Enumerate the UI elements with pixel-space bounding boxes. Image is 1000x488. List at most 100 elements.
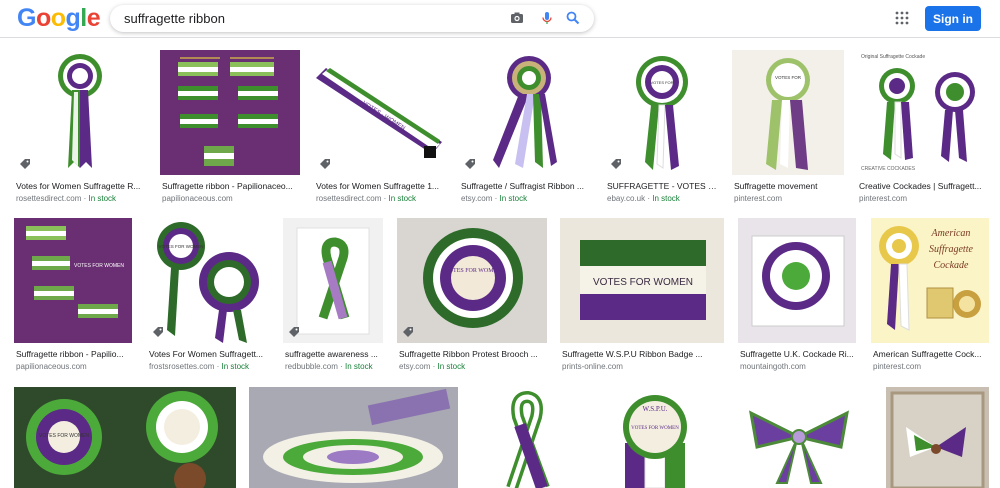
result-thumbnail[interactable]: American Suffragette Cockade [871,218,989,343]
rosettes-photo-image: VOTES FOR WOMEN [26,391,218,488]
price-tag-icon [153,327,163,337]
image-result[interactable]: VOTES FOR WOMEN [14,387,236,488]
search-input[interactable] [124,11,484,26]
result-thumbnail[interactable] [249,387,458,488]
result-thumbnail[interactable]: VOTES FOR [605,50,719,175]
image-result[interactable]: Suffragette / Suffragist Ribbon ... etsy… [459,50,591,205]
cockade-image: Original Suffragette Cockade CREATIVE CO… [861,54,975,172]
image-result[interactable] [727,387,872,488]
logo-letter: e [86,4,101,32]
image-result[interactable]: VOTES FOR WOMEN Suffragette W.S.P.U Ribb… [560,218,724,373]
rosette-image [493,56,557,168]
result-thumbnail[interactable] [738,218,856,343]
result-source: ebay.co.uk · In stock [607,194,680,203]
image-caption: Original Suffragette Cockade [861,54,925,60]
ribbon-text: VOTES FOR WOMEN [593,277,693,288]
image-result[interactable] [886,387,989,488]
result-source: pinterest.com [859,194,907,203]
source-domain: mountaingoth.com [740,362,806,371]
result-title[interactable]: Suffragette U.K. Cockade Ri... [740,349,856,359]
result-thumbnail[interactable]: VOTES · WOMEN [314,50,446,175]
source-domain: pinterest.com [873,362,922,371]
apps-grid-icon[interactable] [895,11,909,25]
price-tag-icon [289,327,299,337]
result-thumbnail[interactable]: W.S.P.U. VOTES FOR WOMEN [601,387,713,488]
result-title[interactable]: Suffragette ribbon - Papilionaceo... [162,181,300,191]
result-thumbnail[interactable]: VOTES FOR WOMEN [560,218,724,343]
search-box[interactable] [110,5,594,32]
american-cockade-image: American Suffragette Cockade [879,226,981,331]
source-domain: prints-online.com [562,362,623,371]
result-thumbnail[interactable]: VOTES FOR WOMEN [14,218,132,343]
image-result[interactable]: American Suffragette Cockade American Su… [871,218,989,373]
badge-text: W.S.P.U. [642,405,667,413]
result-thumbnail[interactable] [283,218,383,343]
result-title[interactable]: Votes for Women Suffragette 1... [316,181,446,191]
ribbon-flower-image [263,388,451,483]
badge-text: VOTES FOR [650,80,673,85]
microphone-icon[interactable] [539,10,555,26]
wspu-badge-image: W.S.P.U. VOTES FOR WOMEN [623,395,687,488]
result-source: etsy.com · In stock [461,194,528,203]
result-source: papilionaceous.com [16,362,87,371]
result-thumbnail[interactable]: VOTES FOR WOMEN [397,218,547,343]
result-title[interactable]: Votes For Women Suffragett... [149,349,269,359]
rosette-image: VOTES FOR [766,58,810,170]
result-title[interactable]: suffragette awareness ... [285,349,383,359]
result-source: pinterest.com [873,362,921,371]
result-title[interactable]: American Suffragette Cock... [873,349,989,359]
badge-text: VOTES FOR WOMEN [159,244,204,249]
image-result[interactable] [249,387,458,488]
result-title[interactable]: Suffragette movement [734,181,844,191]
result-title[interactable]: Suffragette / Suffragist Ribbon ... [461,181,591,191]
result-thumbnail[interactable]: Original Suffragette Cockade CREATIVE CO… [857,50,989,175]
rosette-image [58,54,102,168]
result-title[interactable]: Suffragette W.S.P.U Ribbon Badge ... [562,349,724,359]
image-result[interactable]: Original Suffragette Cockade CREATIVE CO… [857,50,989,205]
result-thumbnail[interactable] [459,50,591,175]
search-icon[interactable] [565,10,581,26]
top-bar: Google Sign in [0,0,1000,38]
result-thumbnail[interactable] [727,387,872,488]
result-thumbnail[interactable]: VOTES FOR WOMEN [147,218,269,343]
in-stock-label: In stock [221,362,250,371]
result-thumbnail[interactable]: VOTES FOR WOMEN [14,387,236,488]
result-source: etsy.com · In stock [399,362,466,371]
result-title[interactable]: Votes for Women Suffragette R... [16,181,146,191]
result-source: frostsrosettes.com · In stock [149,362,250,371]
badge-text: VOTES FOR WOMEN [631,426,679,431]
source-domain: frostsrosettes.com [149,362,215,371]
image-result[interactable]: VOTES FOR SUFFRAGETTE - VOTES F... ebay.… [605,50,719,205]
badge-text: VOTES FOR WOMEN [444,268,502,274]
result-thumbnail[interactable]: VOTES FOR [732,50,844,175]
result-thumbnail[interactable] [160,50,300,175]
result-source: rosettesdirect.com · In stock [316,194,417,203]
in-stock-label: In stock [388,194,417,203]
result-title[interactable]: Creative Cockades | Suffragett... [859,181,989,191]
result-title[interactable]: Suffragette Ribbon Protest Brooch ... [399,349,547,359]
image-result[interactable]: VOTES FOR WOMEN Suffragette Ribbon Prote… [397,218,547,373]
result-title[interactable]: Suffragette ribbon - Papilio... [16,349,132,359]
image-result[interactable]: VOTES · WOMEN Votes for Women Suffragett… [314,50,446,205]
google-logo[interactable]: Google [17,4,101,33]
image-result[interactable]: Suffragette ribbon - Papilionaceo... pap… [160,50,300,205]
result-thumbnail[interactable] [886,387,989,488]
image-result[interactable]: W.S.P.U. VOTES FOR WOMEN [601,387,713,488]
logo-letter: g [65,4,81,32]
image-result[interactable]: VOTES FOR WOMEN Suffragette ribbon - Pap… [14,218,132,373]
camera-icon[interactable] [509,10,525,26]
result-thumbnail[interactable] [14,50,146,175]
image-result[interactable]: suffragette awareness ... redbubble.com … [283,218,383,373]
sign-in-button[interactable]: Sign in [925,6,981,31]
image-result[interactable]: Suffragette U.K. Cockade Ri... mountaing… [738,218,856,373]
result-title[interactable]: SUFFRAGETTE - VOTES F... [607,181,719,191]
image-result[interactable]: Votes for Women Suffragette R... rosette… [14,50,146,205]
image-result[interactable]: VOTES FOR WOMEN Votes For Women Suffrage… [147,218,269,373]
cockade-box-image [751,235,845,327]
image-result[interactable]: VOTES FOR Suffragette movement pinterest… [732,50,844,205]
brooch-image: VOTES FOR WOMEN [423,228,523,328]
source-domain: rosettesdirect.com [16,194,82,203]
ribbon-pins-image [178,57,278,166]
image-result[interactable] [472,387,586,488]
result-thumbnail[interactable] [472,387,586,488]
